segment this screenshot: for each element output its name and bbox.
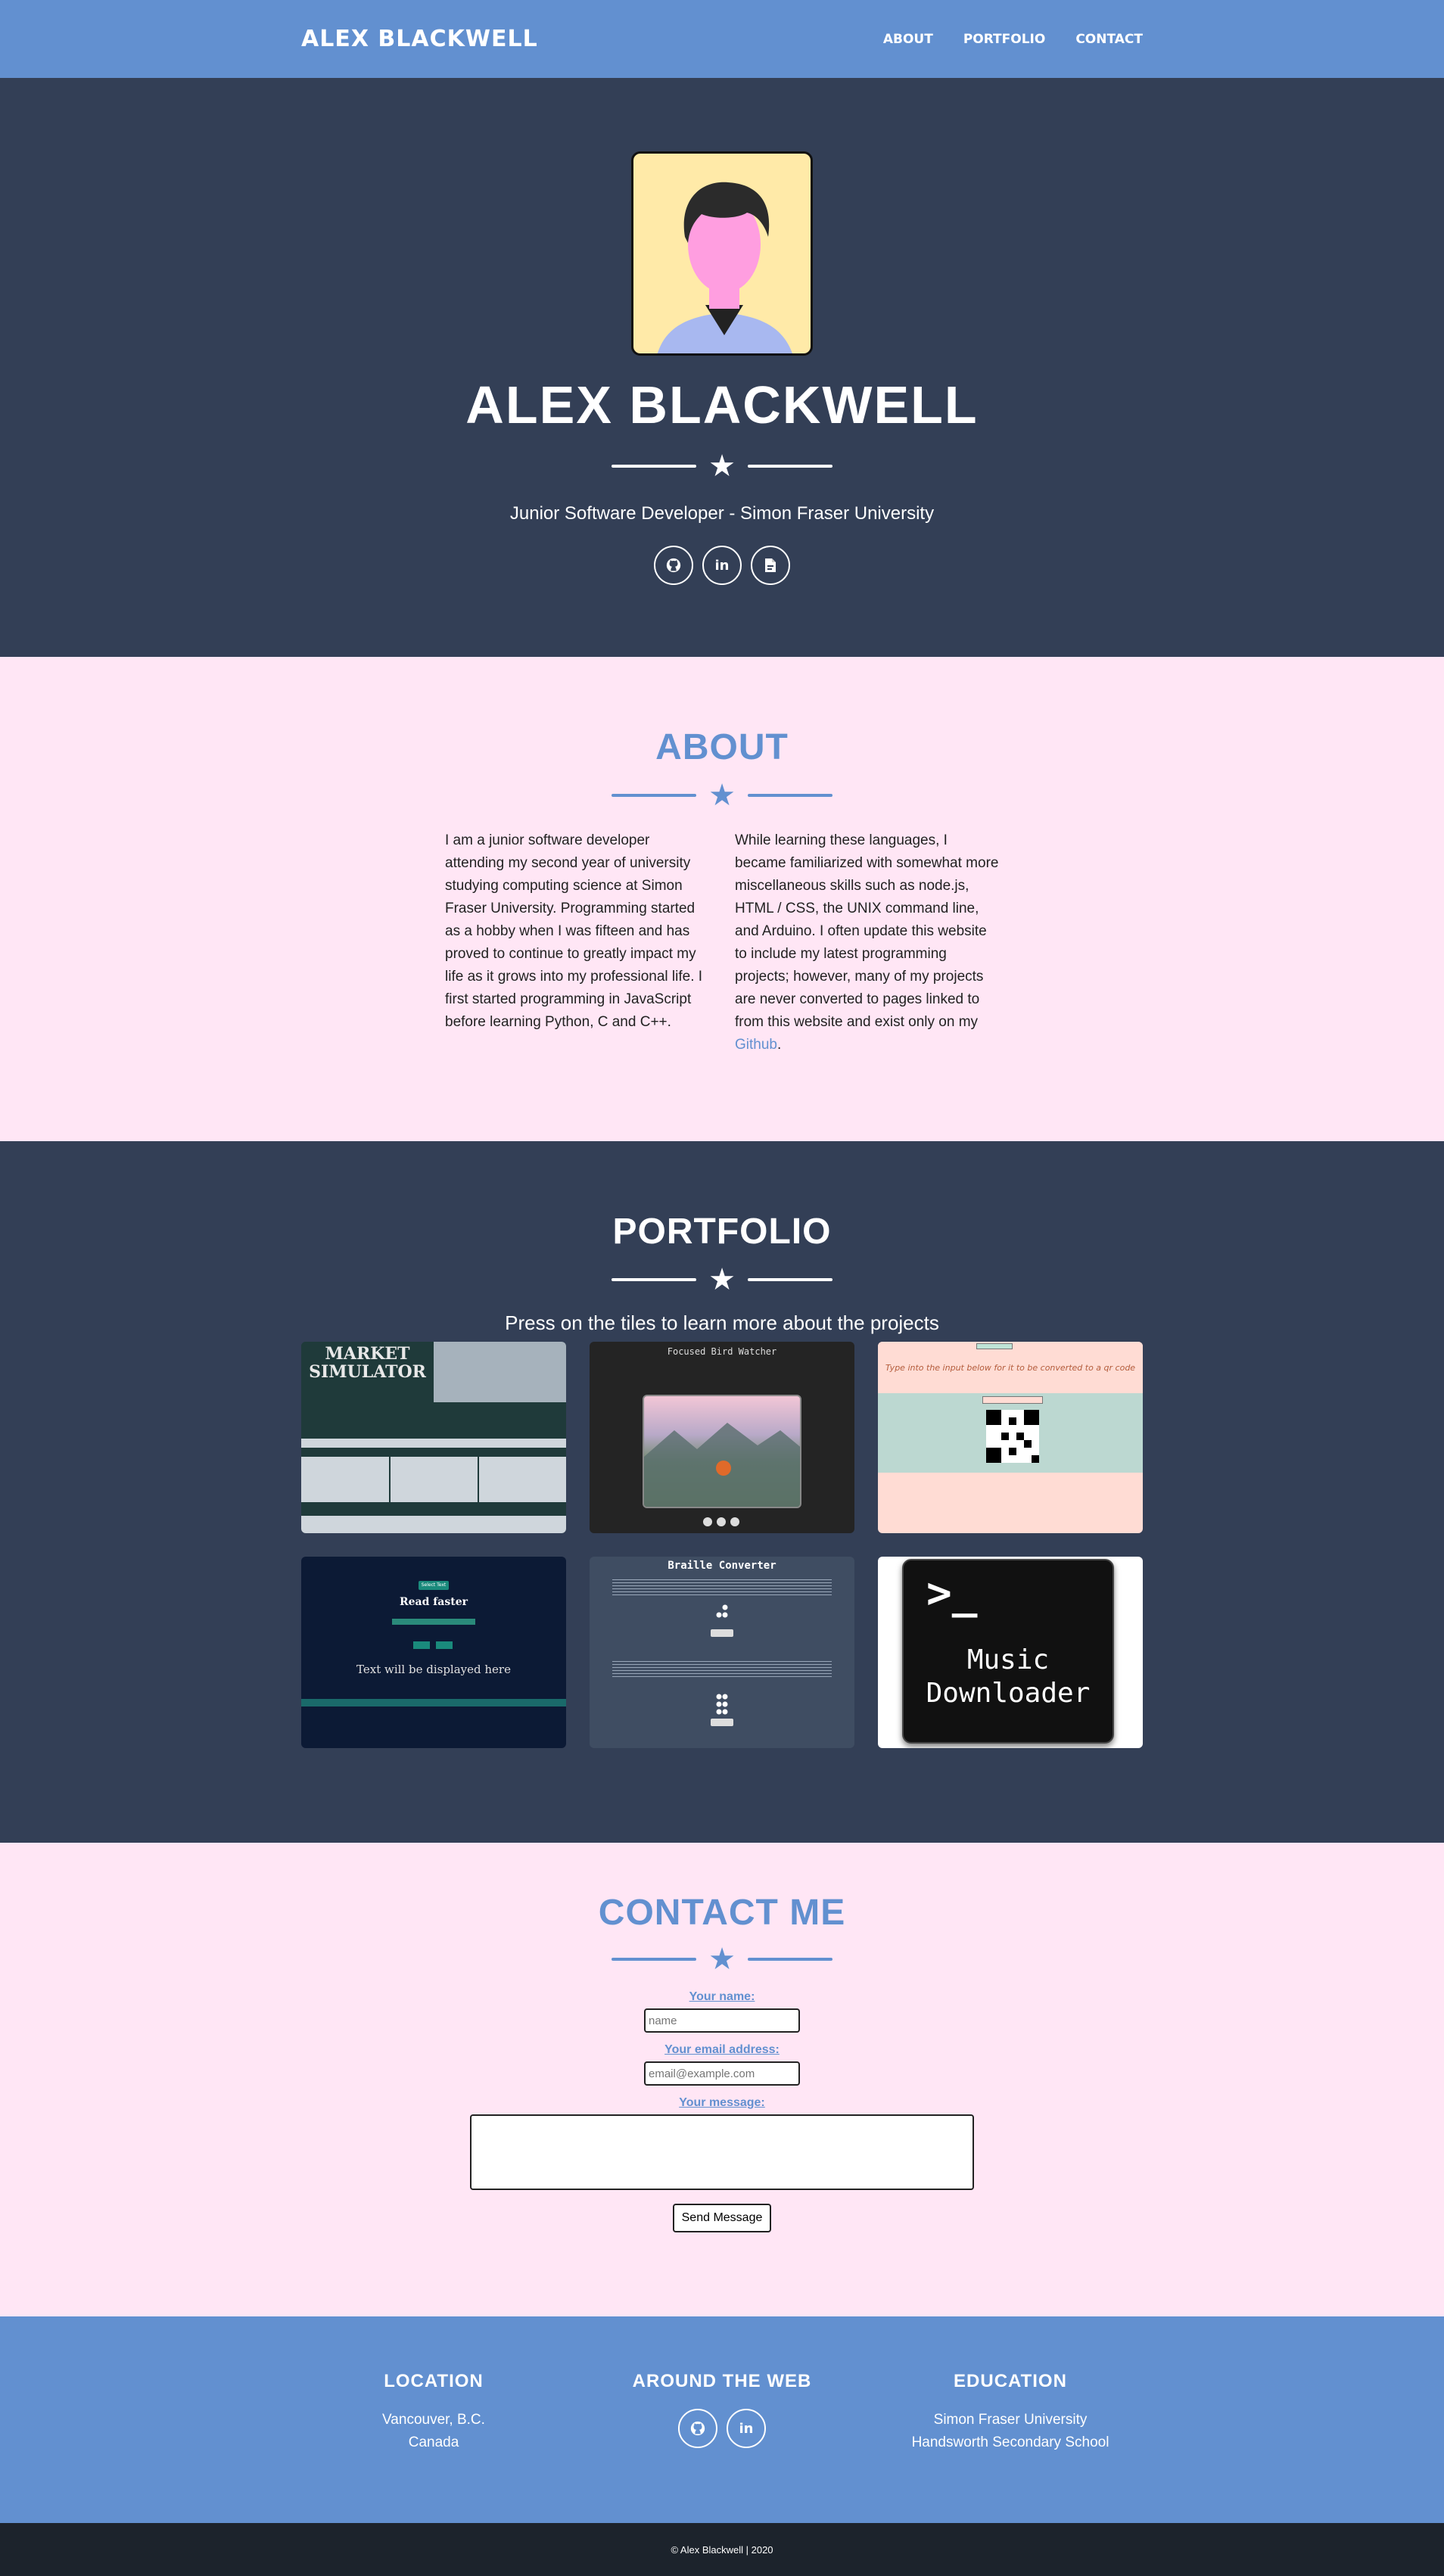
- email-label: Your email address:: [664, 2043, 780, 2056]
- nav-brand[interactable]: ALEX BLACKWELL: [301, 26, 538, 52]
- portfolio-section: PORTFOLIO ★ Press on the tiles to learn …: [0, 1141, 1444, 1843]
- footer-social-links: in: [593, 2409, 851, 2448]
- nav-link-portfolio[interactable]: PORTFOLIO: [963, 32, 1046, 47]
- tile-read-faster[interactable]: Select Text Read faster Text will be dis…: [301, 1557, 566, 1748]
- about-paragraph-2: While learning these languages, I became…: [735, 832, 999, 1053]
- star-icon: ★: [708, 449, 736, 484]
- navbar: ALEX BLACKWELL ABOUT PORTFOLIO CONTACT: [0, 0, 1444, 78]
- nav-link-about[interactable]: ABOUT: [883, 32, 933, 47]
- github-link[interactable]: Github: [735, 1037, 777, 1053]
- star-icon: ★: [708, 1942, 736, 1977]
- github-icon[interactable]: [678, 2409, 717, 2448]
- tile-bird-watcher[interactable]: Focused Bird Watcher: [590, 1342, 854, 1533]
- about-section: ABOUT ★ I am a junior software developer…: [0, 657, 1444, 1141]
- portfolio-grid: MARKET SIMULATOR Focused Bird Watcher Ty…: [301, 1342, 1143, 1748]
- star-icon: ★: [708, 1262, 736, 1297]
- avatar: [631, 151, 813, 356]
- portfolio-divider: ★: [0, 1265, 1444, 1295]
- linkedin-icon[interactable]: in: [727, 2409, 766, 2448]
- footer-location-line1: Vancouver, B.C.: [382, 2412, 485, 2428]
- star-icon: ★: [708, 778, 736, 813]
- contact-section: CONTACT ME ★ Your name: Your email addre…: [0, 1843, 1444, 2316]
- send-message-button[interactable]: Send Message: [672, 2204, 772, 2232]
- nav-link-contact[interactable]: CONTACT: [1075, 32, 1143, 47]
- tile-qr-generator[interactable]: Type into the input below for it to be c…: [878, 1342, 1143, 1533]
- about-title: ABOUT: [655, 727, 789, 767]
- footer-location-title: LOCATION: [384, 2371, 484, 2391]
- hero-title: ALEX BLACKWELL: [465, 375, 979, 434]
- hero-section: ALEX BLACKWELL ★ Junior Software Develop…: [0, 78, 1444, 657]
- footer-education: EDUCATION Simon Fraser University Handsw…: [882, 2371, 1139, 2454]
- name-input[interactable]: [644, 2008, 800, 2033]
- about-columns: I am a junior software developer attendi…: [445, 829, 999, 1056]
- tile-market-simulator[interactable]: MARKET SIMULATOR: [301, 1342, 566, 1533]
- contact-divider: ★: [0, 1944, 1444, 1974]
- portfolio-subtitle: Press on the tiles to learn more about t…: [505, 1311, 939, 1334]
- about-divider: ★: [0, 780, 1444, 810]
- hero-divider: ★: [0, 451, 1444, 481]
- tile-music-downloader[interactable]: >_ Music Downloader: [878, 1557, 1143, 1748]
- footer-location-line2: Canada: [408, 2434, 459, 2450]
- message-label: Your message:: [679, 2096, 765, 2109]
- message-textarea[interactable]: [470, 2114, 974, 2190]
- copyright: © Alex Blackwell | 2020: [0, 2523, 1444, 2576]
- nav-links: ABOUT PORTFOLIO CONTACT: [883, 32, 1143, 47]
- footer-location: LOCATION Vancouver, B.C. Canada: [305, 2371, 562, 2454]
- about-paragraph-1: I am a junior software developer attendi…: [445, 832, 703, 1030]
- footer-web-title: AROUND THE WEB: [632, 2371, 812, 2391]
- email-input[interactable]: [644, 2061, 800, 2086]
- resume-pdf-icon[interactable]: [751, 546, 790, 585]
- hero-social-links: in: [0, 546, 1444, 585]
- footer-education-line1: Simon Fraser University: [933, 2412, 1088, 2428]
- footer: LOCATION Vancouver, B.C. Canada AROUND T…: [0, 2316, 1444, 2523]
- portfolio-title: PORTFOLIO: [612, 1212, 832, 1252]
- footer-education-title: EDUCATION: [954, 2371, 1067, 2391]
- contact-form: Your name: Your email address: Your mess…: [0, 1990, 1444, 2232]
- name-label: Your name:: [689, 1990, 755, 2003]
- footer-education-line2: Handsworth Secondary School: [911, 2434, 1109, 2450]
- github-icon[interactable]: [654, 546, 693, 585]
- contact-title: CONTACT ME: [598, 1893, 846, 1933]
- footer-web: AROUND THE WEB in: [593, 2371, 851, 2448]
- hero-subtitle: Junior Software Developer - Simon Fraser…: [509, 503, 935, 524]
- tile-braille-converter[interactable]: Braille Converter: [590, 1557, 854, 1748]
- linkedin-icon[interactable]: in: [702, 546, 742, 585]
